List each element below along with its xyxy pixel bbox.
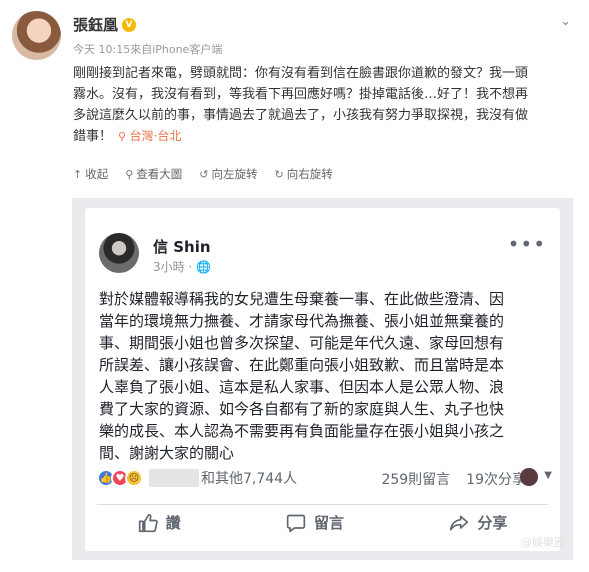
rotate-left-icon: ↺: [199, 167, 209, 181]
rotate-right-label: 向右旋转: [286, 167, 333, 181]
shares-count: 19次分享: [466, 472, 526, 488]
post-line: 多說這麼久以前的事，事情過去了就過去了，小孩我有努力爭取探視，我沒有做: [73, 108, 529, 123]
fb-author-name: 信 Shin: [153, 238, 211, 256]
view-large-button[interactable]: ⚲ 查看大圖: [125, 166, 182, 182]
reactions-count: 和其他7,744人: [201, 471, 298, 487]
user-avatar[interactable]: [12, 11, 61, 60]
location-label: 台灣·台北: [129, 129, 182, 143]
engagement-stats: 259則留言 19次分享: [381, 469, 526, 489]
fb-body-line: 樂的成長、本人認為不需要再有負面能量存在張小姐與小孩之: [99, 422, 505, 440]
divider: [97, 504, 548, 505]
thumbs-up-icon: [138, 513, 158, 532]
location-pin-icon: ⚲: [118, 130, 130, 143]
post-line-text: 錯事！: [73, 129, 113, 144]
fb-body-line: 費了大家的資源、如今各自都有了新的家庭與人生、丸子也快: [99, 400, 505, 418]
user-name[interactable]: 張鈺凰: [73, 14, 118, 35]
globe-icon: 🌐: [196, 260, 212, 274]
like-action: 讚: [138, 512, 181, 533]
vip-badge-icon: V: [122, 17, 137, 32]
fb-body-line: 間、謝謝大家的關心: [99, 444, 235, 462]
post-line-last: 錯事！ ⚲ 台灣·台北: [73, 126, 573, 147]
rotate-left-label: 向左旋转: [211, 167, 258, 181]
post-text: 剛剛接到記者來電，劈頭就問：你有沒有看到信在臉書跟你道歉的發文？我一頭 霧水。沒…: [73, 63, 573, 147]
share-label: 分享: [477, 514, 508, 532]
fb-post-body: 對於媒體報導稱我的女兒遭生母棄養一事、在此做些澄清、因 當年的環境無力撫養、才請…: [99, 288, 559, 464]
sad-reaction-icon: ☹: [125, 469, 143, 487]
reactions-summary: 👍 ♥ ☹ 和其他7,744人: [97, 468, 297, 488]
fb-time-text: 3小時 ·: [153, 260, 197, 274]
watermark: @娛樂圈: [521, 536, 565, 549]
share-arrow-icon: [450, 515, 469, 530]
magnifier-icon: ⚲: [125, 167, 134, 181]
collapse-button[interactable]: ↑ 收起: [73, 166, 108, 182]
rotate-right-button[interactable]: ↻ 向右旋转: [275, 166, 333, 182]
fb-post-time: 3小時 · 🌐: [153, 258, 211, 275]
fb-actions-bar: 讚 留言 分享: [85, 512, 560, 533]
fb-body-line: 所誤差、讓小孩誤會、在此鄭重向張小姐致歉、而且當時是本: [99, 356, 505, 374]
post-meta: 今天 10:15來自iPhone客户端: [73, 43, 223, 56]
chevron-down-icon[interactable]: ⌄: [560, 14, 571, 29]
share-action: 分享: [449, 512, 507, 533]
fb-body-line: 事、期間張小姐也曾多次探望、可能是年代久遠、家母回想有: [99, 334, 505, 352]
facebook-post: 信 Shin 3小時 · 🌐 ••• 對於媒體報導稱我的女兒遭生母棄養一事、在此…: [85, 208, 560, 551]
fb-body-line: 當年的環境無力撫養、才請家母代為撫養、張小姐並無棄養的: [99, 312, 505, 330]
location-link[interactable]: ⚲ 台灣·台北: [118, 129, 181, 143]
comment-label: 留言: [313, 514, 344, 532]
more-options-icon: •••: [507, 232, 546, 256]
collapse-label: 收起: [85, 167, 109, 181]
image-toolbar: ↑ 收起 ⚲ 查看大圖 ↺ 向左旋转 ↻ 向右旋转: [73, 166, 333, 182]
attached-image[interactable]: 信 Shin 3小時 · 🌐 ••• 對於媒體報導稱我的女兒遭生母棄養一事、在此…: [72, 198, 573, 560]
comment-action: 留言: [286, 512, 344, 533]
view-large-label: 查看大圖: [136, 167, 183, 181]
viewer-avatar: [520, 468, 538, 486]
post-line: 霧水。沒有，我沒有看到，等我看下再回應好嗎？掛掉電話後…好了！我不想再: [73, 87, 529, 102]
fb-body-line: 人辜負了張小姐、這本是私人家事、但因本人是公眾人物、浪: [99, 378, 505, 396]
rotate-left-button[interactable]: ↺ 向左旋转: [199, 166, 257, 182]
arrow-up-icon: ↑: [73, 167, 83, 181]
caret-down-icon: ▼: [544, 470, 552, 481]
comments-count: 259則留言: [381, 472, 451, 488]
rotate-right-icon: ↻: [274, 167, 284, 181]
fb-body-line: 對於媒體報導稱我的女兒遭生母棄養一事、在此做些澄清、因: [99, 290, 505, 308]
blurred-name: [149, 469, 199, 487]
post-line: 剛剛接到記者來電，劈頭就問：你有沒有看到信在臉書跟你道歉的發文？我一頭: [73, 66, 529, 81]
comment-bubble-icon: [286, 514, 306, 532]
fb-author-avatar: [99, 233, 139, 273]
like-label: 讚: [165, 514, 181, 532]
user-name-row: 張鈺凰 V: [73, 14, 137, 35]
